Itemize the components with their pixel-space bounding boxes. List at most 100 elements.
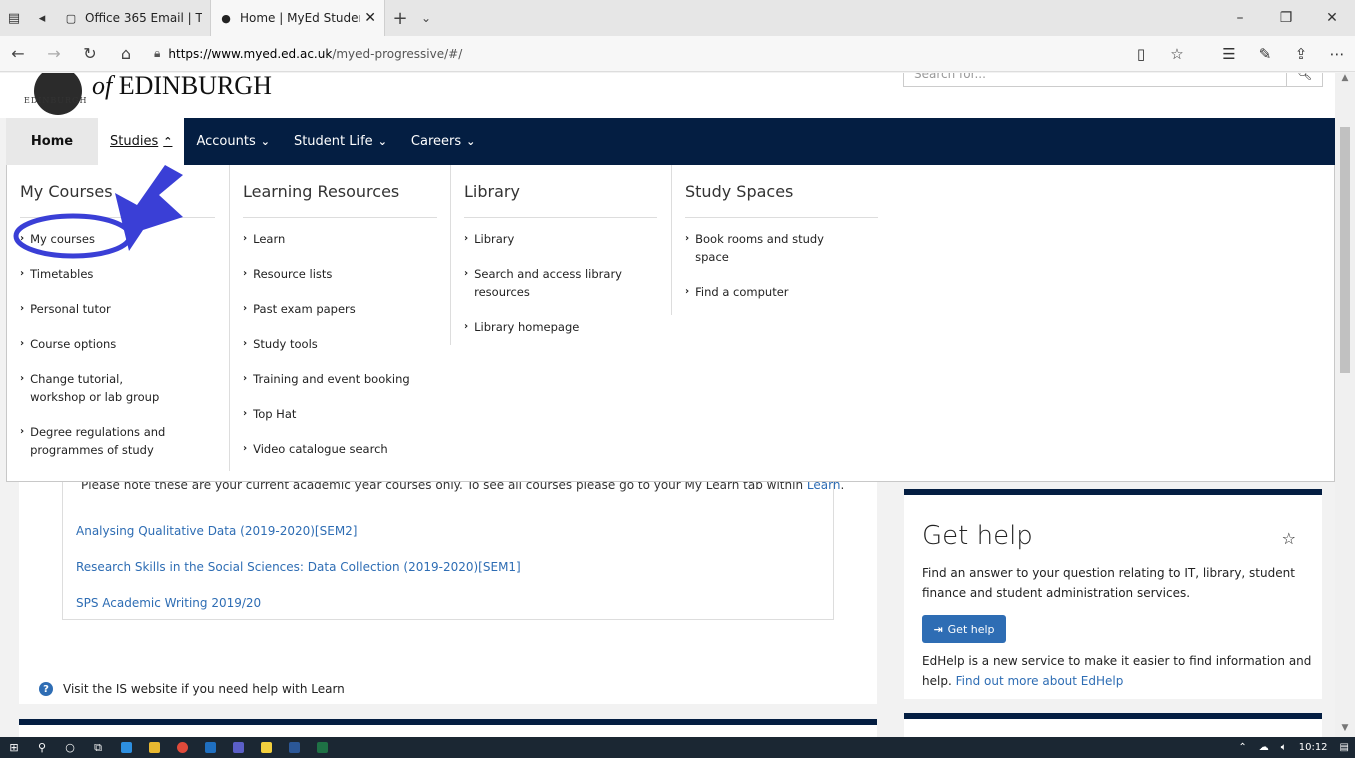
menu-column-learning-resources: Learning Resources › Learn › Resource list… — [243, 165, 437, 475]
main-navigation: Home Studies ⌃ Accounts ⌄ Student Life ⌄ Ca… — [6, 118, 1335, 165]
cortana-icon[interactable]: ○ — [56, 737, 84, 758]
search-input[interactable]: Search for... — [904, 73, 1286, 81]
nav-studies-label: Studies — [110, 134, 159, 149]
system-tray: ⌃ ☁ 🔈︎ 10:12 ▤ — [1232, 737, 1355, 758]
course-link[interactable]: Analysing Qualitative Data (2019-2020)[S… — [76, 524, 357, 538]
menu-item-resource-lists[interactable]: › Resource lists — [243, 265, 437, 283]
windows-taskbar: ⊞ ⚲ ○ ⧉ ⌃ ☁ 🔈︎ 10:12 ▤ — [0, 737, 1355, 758]
home-icon[interactable]: ⌂ — [108, 36, 144, 72]
menu-item-change-tutorial[interactable]: › Change tutorial, workshop or lab group — [20, 370, 180, 406]
menu-column-study-spaces: Study Spaces › Book rooms and study space… — [685, 165, 878, 318]
menu-item-label: Video catalogue search — [253, 442, 388, 456]
menu-item-course-options[interactable]: › Course options — [20, 335, 215, 353]
menu-item-book-rooms[interactable]: › Book rooms and study space — [685, 230, 835, 266]
nav-careers[interactable]: Careers ⌄ — [399, 118, 487, 165]
page-scrollbar[interactable]: ▲ ▼ — [1335, 73, 1355, 737]
search-icon[interactable]: ⚲ — [28, 737, 56, 758]
get-help-button[interactable]: ⇥ Get help — [922, 615, 1006, 643]
get-help-button-label: Get help — [947, 622, 995, 636]
tray-chevron-icon[interactable]: ⌃ — [1238, 742, 1246, 753]
reading-view-icon[interactable]: ▯ — [1123, 45, 1159, 63]
course-link[interactable]: Research Skills in the Social Sciences: … — [76, 560, 521, 574]
chrome-icon[interactable] — [168, 737, 196, 758]
sticky-notes-icon[interactable] — [252, 737, 280, 758]
forward-icon[interactable]: → — [36, 36, 72, 72]
close-window-icon[interactable]: ✕ — [1309, 0, 1355, 36]
edge-icon[interactable] — [112, 737, 140, 758]
menu-item-video-catalogue[interactable]: › Video catalogue search — [243, 440, 437, 458]
favourite-star-icon[interactable]: ☆ — [1282, 529, 1296, 548]
edhelp-link[interactable]: Find out more about EdHelp — [956, 674, 1124, 688]
menu-item-label: Find a computer — [695, 285, 789, 299]
visit-is-help[interactable]: ? Visit the IS website if you need help … — [39, 682, 345, 696]
menu-item-library[interactable]: › Library — [464, 230, 657, 248]
nav-student-life[interactable]: Student Life ⌄ — [282, 118, 399, 165]
close-tab-icon[interactable]: ✕ — [364, 10, 376, 26]
tab-actions-icon[interactable]: ▤ — [0, 0, 28, 36]
menu-item-label: Library homepage — [474, 320, 580, 334]
browser-tab-bar: ▤ ◂ ▢ Office 365 Email | The Unive ● Hom… — [0, 0, 1355, 36]
file-explorer-icon[interactable] — [140, 737, 168, 758]
scroll-down-icon[interactable]: ▼ — [1335, 723, 1355, 737]
scroll-thumb[interactable] — [1340, 127, 1350, 373]
set-tabs-aside-icon[interactable]: ◂ — [28, 0, 56, 36]
share-icon[interactable]: ⇪ — [1283, 45, 1319, 63]
menu-item-degree-regulations[interactable]: › Degree regulations and programmes of st… — [20, 423, 180, 459]
menu-item-past-exam-papers[interactable]: › Past exam papers — [243, 300, 437, 318]
course-link[interactable]: SPS Academic Writing 2019/20 — [76, 596, 261, 610]
favorite-star-icon[interactable]: ☆ — [1159, 45, 1195, 63]
menu-item-search-library[interactable]: › Search and access library resources — [464, 265, 624, 301]
menu-item-library-homepage[interactable]: › Library homepage — [464, 318, 657, 336]
refresh-icon[interactable]: ↻ — [72, 36, 108, 72]
nav-accounts[interactable]: Accounts ⌄ — [184, 118, 281, 165]
word-icon[interactable] — [280, 737, 308, 758]
menu-item-training-booking[interactable]: › Training and event booking — [243, 370, 437, 388]
nav-studies[interactable]: Studies ⌃ — [98, 118, 185, 165]
teams-icon[interactable] — [224, 737, 252, 758]
tab-office365[interactable]: ▢ Office 365 Email | The Unive — [56, 0, 211, 36]
search-icon[interactable]: 🔍︎ — [1286, 73, 1322, 86]
menu-item-learn[interactable]: › Learn — [243, 230, 437, 248]
pen-notes-icon[interactable]: ✎ — [1247, 45, 1283, 63]
network-icon[interactable]: ☁ — [1259, 742, 1269, 753]
menu-item-find-computer[interactable]: › Find a computer — [685, 283, 878, 301]
window-controls: – ❐ ✕ — [1217, 0, 1355, 36]
new-tab-icon[interactable]: + — [385, 8, 415, 29]
menu-column-library: Library › Library › Search and access libr… — [464, 165, 657, 353]
annotation-overlay — [13, 165, 183, 259]
visit-text: Visit the IS website if you need help wi… — [63, 682, 345, 696]
lock-icon: 🔒︎ — [154, 46, 161, 60]
menu-item-top-hat[interactable]: › Top Hat — [243, 405, 437, 423]
url-field[interactable]: 🔒︎ https://www.myed.ed.ac.uk /myed-progr… — [150, 41, 1190, 67]
outlook-icon[interactable] — [196, 737, 224, 758]
chevron-right-icon: › — [20, 338, 25, 349]
back-icon[interactable]: ← — [0, 36, 36, 72]
site-header: EDINBURGH of EDINBURGH Search for... 🔍︎ — [0, 73, 1335, 118]
chevron-down-icon: ⌄ — [260, 135, 270, 148]
nav-home[interactable]: Home — [6, 118, 98, 165]
task-view-icon[interactable]: ⧉ — [84, 737, 112, 758]
favorites-hub-icon[interactable]: ☰ — [1211, 45, 1247, 63]
chevron-down-icon: ⌄ — [466, 135, 476, 148]
menu-item-label: Study tools — [253, 337, 318, 351]
clock[interactable]: 10:12 — [1299, 742, 1328, 753]
restore-icon[interactable]: ❐ — [1263, 0, 1309, 36]
minimize-icon[interactable]: – — [1217, 0, 1263, 36]
tab-myed[interactable]: ● Home | MyEd Student a ✕ — [211, 0, 385, 36]
notifications-icon[interactable]: ▤ — [1340, 742, 1349, 753]
excel-icon[interactable] — [308, 737, 336, 758]
tab-list-chevron-icon[interactable]: ⌄ — [415, 11, 437, 25]
chevron-up-icon: ⌃ — [163, 135, 173, 148]
question-icon: ? — [39, 682, 53, 696]
volume-icon[interactable]: 🔈︎ — [1281, 742, 1287, 753]
logo-name: EDINBURGH — [118, 73, 272, 100]
menu-item-personal-tutor[interactable]: › Personal tutor — [20, 300, 215, 318]
menu-item-label: Personal tutor — [30, 302, 111, 316]
scroll-up-icon[interactable]: ▲ — [1335, 73, 1355, 87]
menu-item-study-tools[interactable]: › Study tools — [243, 335, 437, 353]
windows-start-icon[interactable]: ⊞ — [0, 737, 28, 758]
more-icon[interactable]: ⋯ — [1319, 45, 1355, 63]
menu-item-label: Search and access library resources — [474, 267, 622, 299]
crest-caption: EDINBURGH — [24, 96, 88, 105]
site-logo[interactable]: of EDINBURGH — [92, 73, 272, 101]
